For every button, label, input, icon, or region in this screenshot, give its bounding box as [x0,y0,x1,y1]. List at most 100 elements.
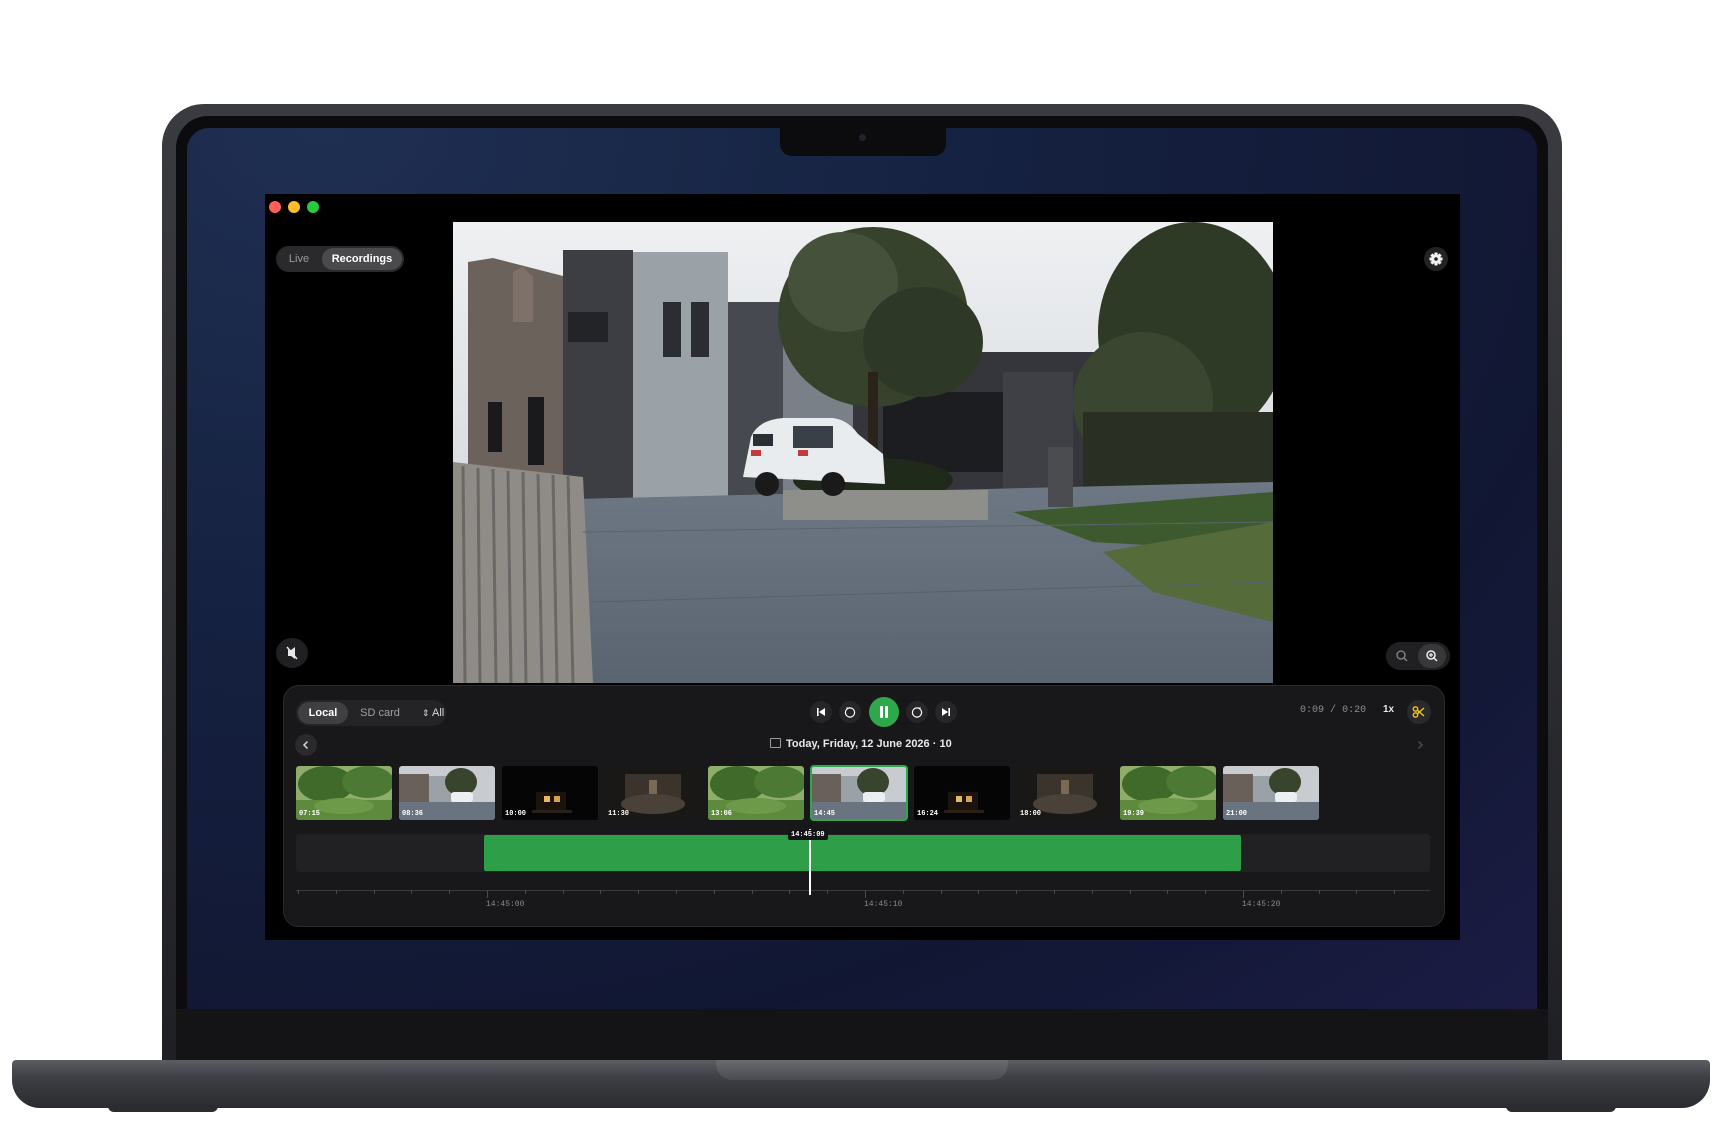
recording-thumbnail[interactable]: 21:00 [1223,766,1319,820]
rewind-10-button[interactable] [839,701,861,723]
thumbnail-time: 14:45 [814,810,836,818]
video-player[interactable] [453,222,1273,683]
thumbnail-time: 19:39 [1123,810,1145,818]
recording-thumbnail[interactable]: 08:36 [399,766,495,820]
thumbnail-time: 18:00 [1020,810,1042,818]
zoom-out-button[interactable] [1388,644,1416,668]
time-separator: / [1330,705,1337,716]
recording-thumbnail[interactable]: 13:06 [708,766,804,820]
recording-thumbnail[interactable]: 19:39 [1120,766,1216,820]
timeline-tick [1205,890,1207,894]
laptop-foot-left [108,1104,218,1112]
timeline-tick [524,890,526,894]
total-time: 0:20 [1342,705,1367,716]
playhead-time-label: 14:45:09 [788,830,828,840]
thumbnail-time: 11:30 [608,810,630,818]
recording-thumbnail[interactable]: 18:00 [1017,766,1113,820]
settings-button[interactable] [1424,247,1448,271]
recording-clip-segment[interactable] [484,835,1241,871]
laptop-chin [176,1009,1548,1066]
forward-10-icon [911,707,923,718]
minimize-window-button[interactable] [288,201,300,213]
timeline-tick [751,890,753,894]
tab-live[interactable]: Live [278,246,320,272]
filter-dropdown[interactable]: ⇕ All [422,700,456,726]
timeline-tick [335,890,337,894]
thumbnail-time: 13:06 [711,810,733,818]
date-label: Today, Friday, 12 June 2026 · 10 [770,738,952,750]
timeline-tick [298,890,299,894]
recording-thumbnail[interactable]: 10:00 [502,766,598,820]
previous-day-button[interactable] [295,734,317,756]
camera-feed-image [453,222,1273,683]
zoom-window-button[interactable] [307,201,319,213]
timeline-tick [1129,890,1131,894]
chevron-right-icon [1417,740,1424,750]
scissors-icon [1412,706,1425,718]
forward-10-button[interactable] [906,701,928,723]
tab-recordings[interactable]: Recordings [322,248,402,270]
zoom-out-icon [1396,650,1408,662]
current-time: 0:09 [1300,705,1325,716]
clip-button[interactable] [1407,700,1431,724]
thumbnail-time: 07:15 [299,810,321,818]
timeline-tick [1016,890,1018,894]
tick-label: 14:45:20 [1242,900,1281,909]
zoom-in-button[interactable] [1418,644,1446,668]
mute-button[interactable] [276,638,308,668]
timeline-axis [296,890,1430,891]
timeline-tick [1091,890,1093,894]
recording-thumbnail[interactable]: 07:15 [296,766,392,820]
timeline-tick [373,890,375,894]
zoom-in-icon [1426,650,1438,662]
recording-thumbnail[interactable]: 16:24 [914,766,1010,820]
tab-local[interactable]: Local [298,702,348,724]
thumbnail-time: 10:00 [505,810,527,818]
timeline-tick [449,890,451,894]
filter-label: All [432,707,445,719]
view-toggle: Live Recordings [276,246,404,272]
timeline-tick [789,890,791,894]
close-window-button[interactable] [269,201,281,213]
timeline-tick [902,890,904,894]
rewind-10-icon [844,707,856,718]
skip-back-button[interactable] [810,701,832,723]
timeline-tick [1054,890,1055,894]
timeline-tick [1356,890,1358,894]
tab-sd-card[interactable]: SD card [352,700,408,726]
speed-selector[interactable]: 1x [1383,704,1394,715]
timeline-tick [978,890,980,894]
thumbnail-time: 21:00 [1226,810,1248,818]
thumbnail-time: 16:24 [917,810,939,818]
recording-thumbnail[interactable]: 11:30 [605,766,701,820]
timeline-tick [1318,890,1320,894]
camera-notch [780,128,946,156]
timeline-tick [713,890,715,894]
recording-thumbnail[interactable]: 14:45 [810,765,908,821]
up-down-chevron-icon: ⇕ [422,708,430,718]
tick-label: 14:45:00 [486,900,525,909]
laptop-opening-notch [716,1060,1008,1080]
timeline-tick [827,890,829,894]
timeline-tick [1167,890,1169,894]
zoom-control [1386,642,1450,670]
speaker-mute-icon [286,646,298,660]
timeline-tick [940,890,942,894]
pause-button[interactable] [869,697,899,727]
timeline-tick [865,890,866,898]
skip-back-icon [817,708,825,716]
timeline-tick [411,890,413,894]
timeline-tick [600,890,602,894]
pause-icon [880,706,888,718]
playback-time: 0:09 / 0:20 [1300,705,1366,716]
skip-forward-icon [942,708,950,716]
calendar-icon [770,738,781,748]
tick-label: 14:45:10 [864,900,903,909]
thumbnail-time: 08:36 [402,810,424,818]
laptop-foot-right [1506,1104,1616,1112]
timeline-tick [1243,890,1244,898]
timeline-tick [1394,890,1396,894]
skip-forward-button[interactable] [935,701,957,723]
next-day-button[interactable] [1409,734,1431,756]
timeline-tick [638,890,640,894]
